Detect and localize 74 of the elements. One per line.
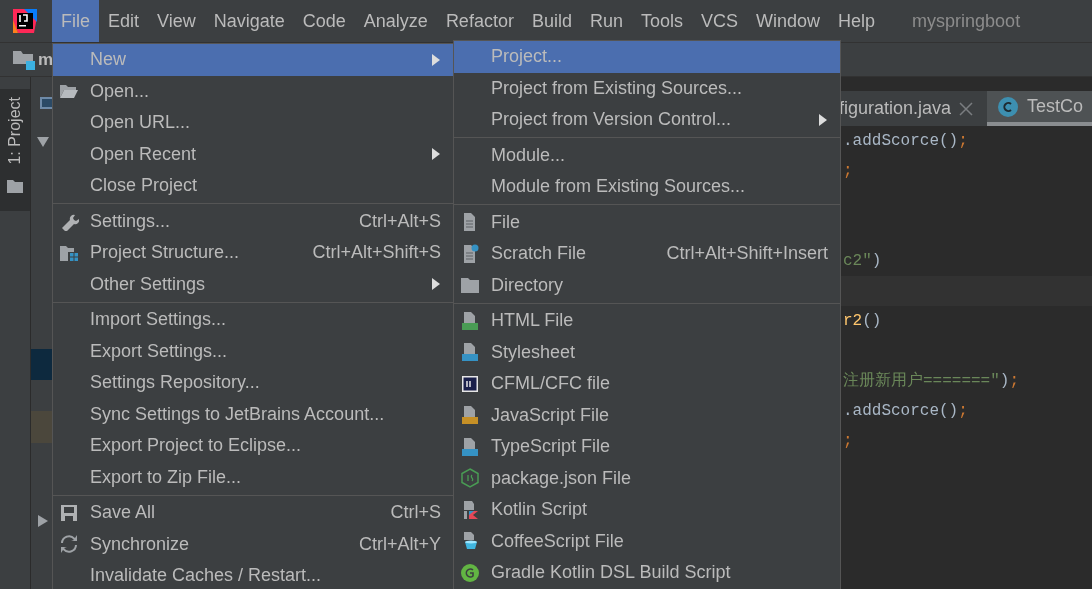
code-line: c2") [843, 251, 883, 272]
hexagon-icon [460, 468, 480, 489]
breadcrumb[interactable]: m [38, 49, 54, 70]
menu-item[interactable]: File [454, 206, 840, 238]
app-logo[interactable] [10, 6, 40, 36]
menu-bar-item[interactable]: Window [747, 0, 830, 42]
menu-bar-item[interactable]: Edit [99, 0, 149, 42]
menu-bar-item[interactable]: Analyze [354, 0, 437, 42]
menu-item[interactable]: Module from Existing Sources... [454, 171, 840, 203]
collapse-arrow-icon[interactable] [38, 515, 48, 527]
code-line: .addScorce(); [843, 131, 969, 152]
menu-item[interactable]: CFML/CFC file [454, 368, 840, 400]
menu-bar-item[interactable]: Navigate [204, 0, 294, 42]
menu-bar-item[interactable]: Run [580, 0, 632, 42]
menu-item[interactable]: HTML File [454, 305, 840, 337]
close-icon[interactable] [959, 101, 974, 116]
menu-item[interactable]: TypeScript File [454, 431, 840, 463]
menu-item[interactable]: Directory [454, 269, 840, 301]
javascript-file-icon [460, 405, 480, 426]
menu-item[interactable]: JavaScript File [454, 399, 840, 431]
menu-item[interactable]: Stylesheet [454, 336, 840, 368]
menu-item[interactable]: Sync Settings to JetBrains Account... [53, 398, 453, 430]
menu-bar-item[interactable]: View [148, 0, 205, 42]
menu-item[interactable]: Gradle Kotlin DSL Build Script [454, 557, 840, 589]
menu-item[interactable]: Close Project [53, 170, 453, 202]
code-line: ; [843, 431, 854, 452]
tool-window-tab[interactable]: 1: Project [0, 89, 30, 211]
menu-bar-item[interactable]: Help [829, 0, 885, 42]
menu-bar-item[interactable]: Tools [631, 0, 692, 42]
menu-bar-item[interactable]: VCS [692, 0, 747, 42]
menu-item[interactable]: Project Structure... Ctrl+Alt+Shift+S [53, 237, 453, 269]
editor-tab[interactable]: TestCo [987, 91, 1092, 126]
menu-item[interactable]: Settings... Ctrl+Alt+S [53, 205, 453, 237]
gradle-script-icon [460, 562, 480, 583]
menu-bar-item[interactable]: Code [293, 0, 355, 42]
submenu-arrow-icon [818, 112, 828, 127]
project-folder-icon [12, 48, 36, 71]
submenu-arrow-icon [431, 277, 441, 292]
menu-item[interactable]: Project from Version Control... [454, 104, 840, 136]
menu-item[interactable]: Module... [454, 139, 840, 171]
menu-item[interactable]: Invalidate Caches / Restart... [53, 560, 453, 589]
html-file-icon [460, 310, 480, 331]
menu-item[interactable]: CoffeeScript File [454, 525, 840, 557]
menu-item[interactable]: Other Settings [53, 268, 453, 300]
menu-item[interactable]: Export to Zip File... [53, 461, 453, 493]
class-icon [997, 95, 1020, 118]
code-line: ; [843, 161, 854, 182]
typescript-file-icon [460, 436, 480, 457]
menu-item[interactable]: Export Settings... [53, 335, 453, 367]
stylesheet-file-icon [460, 342, 480, 363]
code-line: 注册新用户======="); [843, 370, 1021, 392]
sync-icon [59, 534, 79, 555]
menu-item[interactable]: Project from Existing Sources... [454, 72, 840, 104]
menu-bar-item[interactable]: Refactor [436, 0, 523, 42]
menu-item[interactable]: Settings Repository... [53, 367, 453, 399]
menu-item[interactable]: Save All Ctrl+S [53, 497, 453, 529]
menu-item[interactable]: Open Recent [53, 138, 453, 170]
menu-item[interactable]: Export Project to Eclipse... [53, 430, 453, 462]
code-line: r2() [843, 311, 883, 332]
menu-item[interactable]: Open URL... [53, 107, 453, 139]
menu-item[interactable]: package.json File [454, 462, 840, 494]
code-line: .addScorce(); [843, 401, 969, 422]
menu-item[interactable]: Scratch File Ctrl+Alt+Shift+Insert [454, 238, 840, 270]
submenu-arrow-icon [431, 52, 441, 67]
cfml-file-icon [460, 373, 480, 394]
menu-item[interactable]: Synchronize Ctrl+Alt+Y [53, 528, 453, 560]
window-title: myspringboot [912, 10, 1021, 32]
menu-item[interactable]: Import Settings... [53, 304, 453, 336]
submenu-arrow-icon [431, 147, 441, 162]
menu-bar-item[interactable]: Build [522, 0, 581, 42]
editor-tab[interactable]: figuration.java [838, 91, 988, 126]
menu-item[interactable]: Open... [53, 75, 453, 107]
menu-item[interactable]: Kotlin Script [454, 494, 840, 526]
expand-arrow-icon[interactable] [37, 137, 49, 147]
